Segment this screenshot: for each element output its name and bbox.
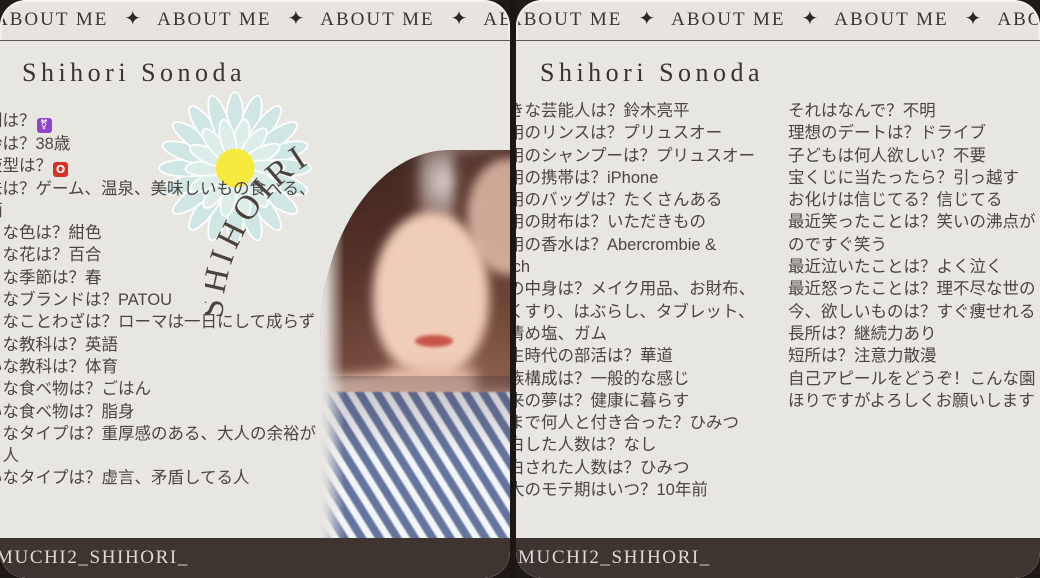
profile-line: ほりですがよろしくお願いします bbox=[788, 391, 1035, 410]
profile-line: それはなんで？不明 bbox=[788, 102, 936, 120]
profile-line: 酒 bbox=[0, 200, 331, 222]
profile-line: 最近笑ったことは？笑いの沸点が bbox=[788, 213, 1036, 232]
sparkle-star-icon: ✦ bbox=[638, 8, 656, 30]
profile-line: きなことわざは？ローマは一日にして成らず bbox=[0, 313, 316, 332]
marquee-label: ABOUT ME bbox=[671, 9, 786, 30]
profile-line: 白した人数は？なし bbox=[516, 436, 657, 455]
profile-line: 宝くじに当たったら？引っ越す bbox=[788, 168, 1019, 187]
profile-line: 生時代の部活は？華道 bbox=[516, 347, 673, 366]
profile-line: の中身は？メイク用品、お財布、 bbox=[516, 280, 756, 299]
profile-line: tch bbox=[516, 258, 531, 277]
marquee-label: ABOUT ME bbox=[483, 9, 510, 30]
profile-line: 齢は？38歳 bbox=[0, 135, 71, 153]
profile-line: きな芸能人は？鈴木亮平 bbox=[516, 102, 690, 120]
profile-line: 最近泣いたことは？よく泣く bbox=[788, 258, 1003, 277]
profile-photo bbox=[320, 150, 510, 540]
profile-list-right-b: それはなんで？不明理想のデートは？ドライブ 子どもは何人欲しい？不要宝くじに当たっ… bbox=[788, 100, 1040, 412]
profile-line: 別は？⚧ bbox=[0, 110, 331, 133]
profile-list-right-a: きな芸能人は？鈴木亮平用のリンスは？プリュスオー用のシャンプーは？プリュスオー用… bbox=[516, 100, 776, 501]
profile-line: 来の夢は？健康に暮らす bbox=[516, 391, 690, 410]
marquee-label: ABOUT ME bbox=[0, 9, 109, 30]
profile-line: くすり、はぶらし、タブレット、 bbox=[516, 302, 755, 321]
profile-line: 用の財布は？いただきもの bbox=[516, 213, 706, 232]
sparkle-star-icon: ✦ bbox=[964, 8, 982, 30]
photo-shadow bbox=[320, 376, 510, 540]
profile-line: のですぐ笑う bbox=[788, 235, 887, 254]
marquee-about-me-left: ABOUT ME ✦ ABOUT ME ✦ ABOUT ME ✦ ABOUT M… bbox=[0, 0, 510, 41]
profile-line: 最近怒ったことは？理不尽な世の bbox=[788, 280, 1036, 299]
photo-face bbox=[373, 212, 489, 377]
profile-line: きなブランドは？PATOU bbox=[0, 291, 173, 310]
profile-line: 清め塩、ガム bbox=[516, 324, 607, 343]
marquee-label: ABOUT ME bbox=[516, 9, 623, 30]
marquee-label: ABOUT ME bbox=[320, 9, 435, 30]
sparkle-star-icon: ✦ bbox=[287, 8, 305, 30]
profile-line: 液型は？O bbox=[0, 155, 331, 178]
sparkle-star-icon: ✦ bbox=[801, 8, 819, 30]
profile-line: 族構成は？一般的な感じ bbox=[516, 369, 690, 388]
profile-line: 今、欲しいものは？すぐ痩せれる bbox=[788, 302, 1036, 321]
profile-line: 自己アピールをどうぞ！こんな園 bbox=[788, 369, 1036, 388]
username-label: MUCHI2_SHIHORI_ bbox=[0, 547, 189, 568]
marquee-label: ABOUT ME bbox=[834, 9, 949, 30]
profile-line: きな教科は？英語 bbox=[0, 335, 118, 354]
profile-line: る人 bbox=[0, 447, 19, 466]
profile-line: 用の香水は？Abercrombie & bbox=[516, 235, 717, 254]
profile-line: いな食べ物は？脂身 bbox=[0, 402, 135, 421]
profile-card-right: ABOUT ME ✦ ABOUT ME ✦ ABOUT ME ✦ ABOUT M… bbox=[516, 0, 1040, 578]
profile-line: 用のバッグは？たくさんある bbox=[516, 191, 723, 210]
profile-line: いなタイプは？虚言、矛盾してる人 bbox=[0, 469, 250, 488]
marquee-about-me-right: ABOUT ME ✦ ABOUT ME ✦ ABOUT ME ✦ ABOUT M… bbox=[516, 0, 1040, 41]
profile-line: まで何人と付き合った？ひみつ bbox=[516, 414, 739, 433]
footer-bar-left: MUCHI2_SHIHORI_ bbox=[0, 538, 510, 578]
profile-line: きなタイプは？重厚感のある、大人の余裕が bbox=[0, 424, 316, 443]
profile-line: 子どもは何人欲しい？不要 bbox=[788, 146, 986, 165]
page-title: Shihori Sonoda bbox=[540, 58, 765, 87]
profile-list-left: 別は？⚧ 齢は？38歳液型は？O味は？ゲーム、温泉、美味しいもの食べる、酒きな色は… bbox=[0, 110, 331, 490]
profile-line: きな花は？百合 bbox=[0, 246, 102, 265]
photo-lips bbox=[415, 335, 454, 347]
profile-line: 長所は？継続力あり bbox=[788, 324, 937, 343]
gender-emoji-icon: ⚧ bbox=[36, 118, 52, 133]
profile-line: きな季節は？春 bbox=[0, 268, 102, 287]
profile-line: 用の携帯は？iPhone bbox=[516, 168, 659, 187]
page-title: Shihori Sonoda bbox=[22, 58, 247, 87]
marquee-label: ABOUT ME bbox=[997, 9, 1040, 30]
sparkle-star-icon: ✦ bbox=[124, 8, 142, 30]
profile-card-left: ABOUT ME ✦ ABOUT ME ✦ ABOUT ME ✦ ABOUT M… bbox=[0, 0, 510, 578]
profile-line: 白された人数は？ひみつ bbox=[516, 458, 690, 477]
footer-bar-right: MUCHI2_SHIHORI_ bbox=[516, 538, 1040, 578]
username-label: MUCHI2_SHIHORI_ bbox=[518, 547, 711, 568]
blood-type-emoji-icon: O bbox=[53, 162, 68, 178]
profile-line: 短所は？注意力散漫 bbox=[788, 347, 937, 366]
profile-line: 理想のデートは？ドライブ bbox=[788, 124, 986, 143]
profile-line: きな食べ物は？ごはん bbox=[0, 380, 151, 399]
profile-line: 用のシャンプーは？プリュスオー bbox=[516, 146, 756, 165]
profile-line: いな教科は？体育 bbox=[0, 357, 118, 376]
sparkle-star-icon: ✦ bbox=[450, 8, 468, 30]
profile-line: きな色は？紺色 bbox=[0, 224, 102, 243]
profile-line: 用のリンスは？プリュスオー bbox=[516, 124, 723, 143]
marquee-label: ABOUT ME bbox=[157, 9, 272, 30]
profile-line: 味は？ゲーム、温泉、美味しいもの食べる、 bbox=[0, 179, 316, 198]
profile-line: お化けは信じてる？信じてる bbox=[788, 191, 1003, 210]
app-window: ABOUT ME ✦ ABOUT ME ✦ ABOUT ME ✦ ABOUT M… bbox=[0, 0, 1040, 578]
profile-line: 大のモテ期はいつ？10年前 bbox=[516, 481, 708, 500]
